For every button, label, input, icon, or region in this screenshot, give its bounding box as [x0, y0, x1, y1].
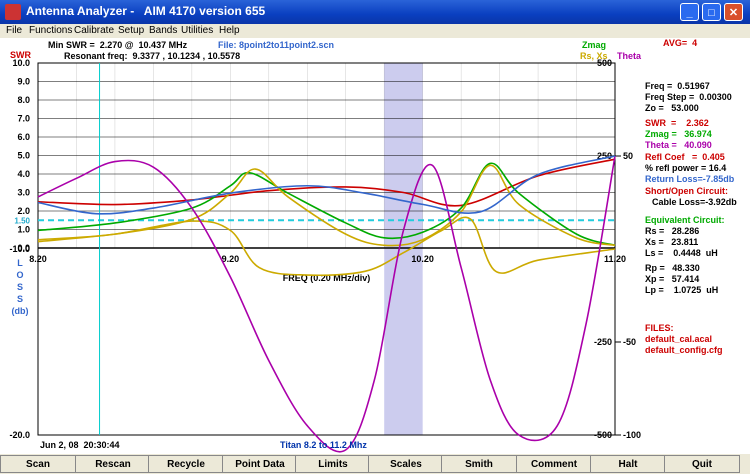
frequency-band-highlight [384, 63, 423, 435]
smith-button[interactable]: Smith [441, 455, 517, 473]
limits-button[interactable]: Limits [295, 455, 371, 473]
swr-tick-label: 6.0 [17, 132, 30, 142]
xs-readout: Xs = 23.811 [645, 237, 699, 247]
return-loss-readout: Return Loss=-7.85db [645, 174, 735, 184]
swr-tick-label: 5.0 [17, 151, 30, 161]
rs-readout: Rs = 28.286 [645, 226, 700, 236]
swr-tick-label: 10.0 [12, 58, 30, 68]
z-tick-label: -250 [594, 337, 612, 347]
analyzer-chart: 10.09.08.07.06.05.04.03.02.01.00.01.50LO… [9, 58, 641, 453]
lp-readout: Lp = 1.0725 uH [645, 285, 719, 295]
loss-tick-label: -20.0 [9, 430, 30, 440]
z-tick-label: -500 [594, 430, 612, 440]
series-rs-line [37, 164, 616, 247]
readout-panel: Freq = 0.51967 Freq Step = 0.00300 Zo = … [640, 78, 748, 438]
swr-tick-label: 3.0 [17, 188, 30, 198]
freq-readout: Freq = 0.51967 [645, 81, 710, 91]
short-open-label: Short/Open Circuit: [645, 186, 728, 196]
zo-readout: Zo = 53.000 [645, 103, 699, 113]
rescan-button[interactable]: Rescan [75, 455, 151, 473]
button-bar: Scan Rescan Recycle Point Data Limits Sc… [0, 454, 750, 474]
loss-tick-label: -10.0 [9, 244, 30, 254]
ls-readout: Ls = 0.4448 uH [645, 248, 718, 258]
files-label: FILES: [645, 323, 674, 333]
swr-tick-label: 8.0 [17, 95, 30, 105]
freq-tick-label: 9.20 [222, 254, 240, 264]
point-data-button[interactable]: Point Data [222, 455, 298, 473]
loss-axis-label: O [16, 270, 23, 280]
cal-file: default_cal.acal [645, 334, 713, 344]
theta-tick-label: -50 [623, 337, 636, 347]
swr-tick-label: 7.0 [17, 114, 30, 124]
series-xs-line [37, 216, 616, 277]
refl-coef-readout: Refl Coef = 0.405 [645, 152, 725, 162]
theta-tick-label: 50 [623, 151, 633, 161]
loss-axis-label: (db) [12, 306, 29, 316]
freq-step-readout: Freq Step = 0.00300 [645, 92, 732, 102]
plot-frame [37, 62, 616, 436]
series-swr-line [37, 158, 616, 207]
swr-tick-label: 1.0 [17, 225, 30, 235]
swr-reference-label: 1.50 [14, 216, 30, 225]
theta-tick-label: -100 [623, 430, 641, 440]
comment-button[interactable]: Comment [516, 455, 592, 473]
equiv-circuit-label: Equivalent Circuit: [645, 215, 725, 225]
loss-axis-label: S [17, 294, 23, 304]
loss-axis-label: L [17, 258, 23, 268]
refl-power-readout: % refl power = 16.4 [645, 163, 727, 173]
quit-button[interactable]: Quit [664, 455, 740, 473]
z-tick-label: 500 [597, 58, 612, 68]
freq-tick-label: 8.20 [29, 254, 47, 264]
cable-loss-readout: Cable Loss=-3.92db [652, 197, 737, 207]
recycle-button[interactable]: Recycle [148, 455, 224, 473]
zmag-readout: Zmag = 36.974 [645, 129, 712, 139]
timestamp: Jun 2, 08 20:30:44 [40, 440, 120, 450]
rp-readout: Rp = 48.330 [645, 263, 700, 273]
swr-tick-label: 9.0 [17, 77, 30, 87]
freq-tick-label: 11.20 [604, 254, 626, 264]
scales-button[interactable]: Scales [368, 455, 444, 473]
loss-axis-label: S [17, 282, 23, 292]
scan-caption: Titan 8.2 to 11.2 Mhz [280, 440, 367, 450]
theta-readout: Theta = 40.090 [645, 140, 712, 150]
swr-tick-label: 2.0 [17, 206, 30, 216]
halt-button[interactable]: Halt [590, 455, 666, 473]
config-file: default_config.cfg [645, 345, 723, 355]
swr-readout: SWR = 2.362 [645, 118, 709, 128]
swr-tick-label: 4.0 [17, 169, 30, 179]
freq-tick-label: 10.20 [411, 254, 434, 264]
scan-button[interactable]: Scan [0, 455, 76, 473]
series-return-loss-line [37, 155, 616, 215]
xp-readout: Xp = 57.414 [645, 274, 700, 284]
